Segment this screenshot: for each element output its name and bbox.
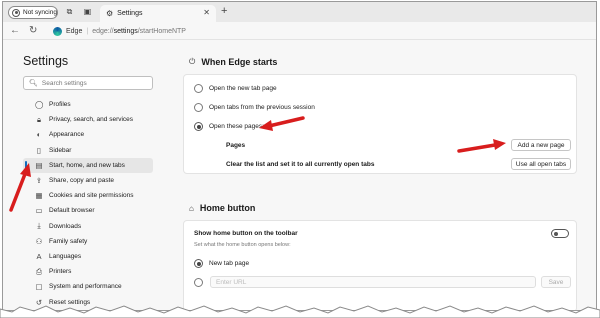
torn-edge bbox=[0, 305, 600, 318]
arrow-to-add-page-button bbox=[457, 139, 506, 153]
arrow-to-start-home-tabs bbox=[9, 163, 31, 212]
browser-window: Not syncing ⧉ ▣ ⚙ Settings ✕ + ← ↻ Edge … bbox=[2, 1, 597, 311]
annotation-arrows bbox=[9, 116, 506, 212]
arrow-to-open-these-pages bbox=[259, 116, 305, 131]
